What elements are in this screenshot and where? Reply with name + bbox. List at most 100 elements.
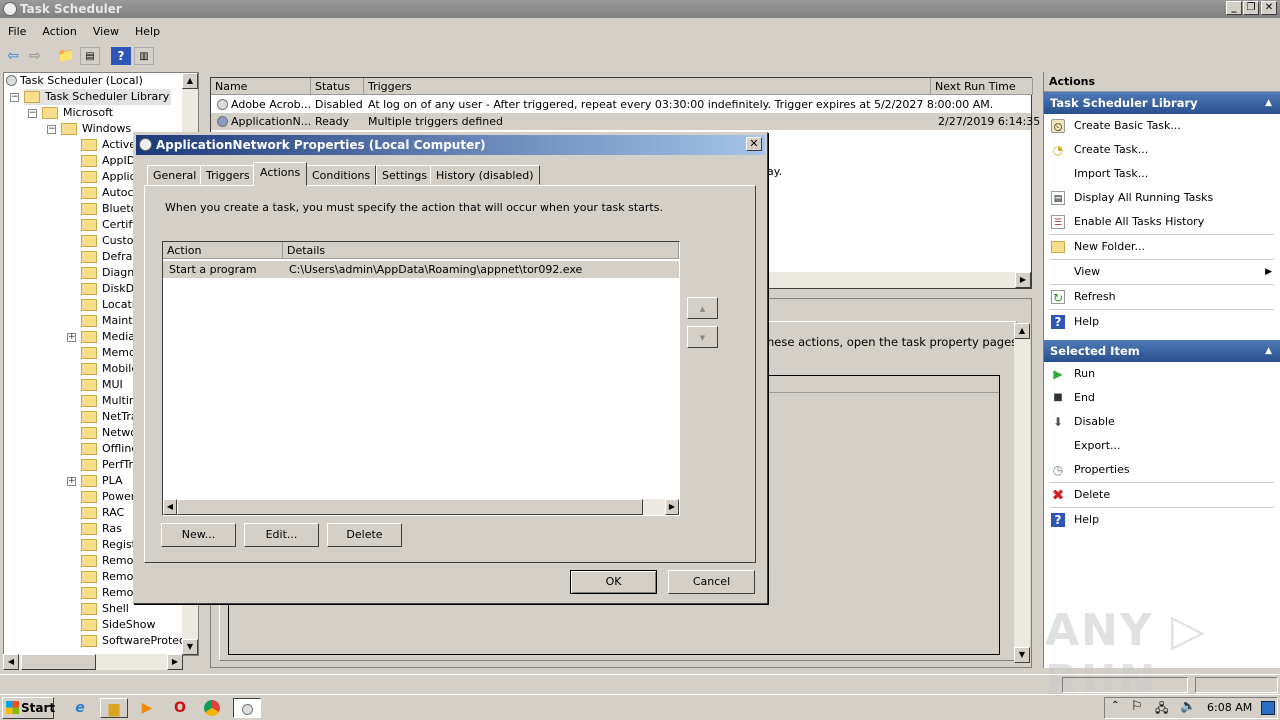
action-view[interactable]: View ▶ [1044,260,1280,284]
column-header-status[interactable]: Status [311,78,364,95]
tree-node-folder[interactable]: Memor [81,345,140,361]
action-refresh[interactable]: ↻ Refresh [1044,285,1280,309]
scroll-left-icon[interactable]: ◀ [3,654,19,670]
tree-node-folder[interactable]: Diagno [81,265,141,281]
tab-settings[interactable]: Settings [376,165,434,185]
tab-triggers[interactable]: Triggers [200,165,256,185]
action-enable-history[interactable]: ☰ Enable All Tasks History [1044,210,1280,234]
edit-action-button[interactable]: Edit... [244,523,319,547]
tree-node-folder[interactable]: Remot [81,569,138,585]
tree-node-windows[interactable]: Windows [61,121,131,137]
column-header-triggers[interactable]: Triggers [364,78,931,95]
menu-action[interactable]: Action [34,22,84,42]
tree-node-folder[interactable]: PLA [81,473,123,489]
move-up-button[interactable]: ▲ [687,297,718,319]
collapse-icon[interactable]: − [47,125,56,134]
tree-node-folder[interactable]: Multim [81,393,140,409]
tree-node-folder[interactable]: NetTra [81,409,138,425]
network-icon[interactable]: 🖧 [1155,699,1168,720]
action-center-flag-icon[interactable]: ⚐ [1131,699,1143,714]
show-hide-action-pane-icon[interactable]: ▥ [134,47,154,65]
tree-node-folder[interactable]: Shell [81,601,129,617]
opera-icon[interactable]: O [170,698,190,718]
close-button[interactable]: ✕ [1261,1,1277,15]
column-header-next-run-time[interactable]: Next Run Time [931,78,1033,95]
tree-node-folder[interactable]: Remov [81,585,140,601]
section-header-selected-item[interactable]: Selected Item ▲ [1044,340,1280,362]
volume-icon[interactable]: 🔈 [1180,699,1196,714]
tree-node-folder[interactable]: Remot [81,553,138,569]
tree-node-library[interactable]: Task Scheduler Library [24,89,172,105]
dialog-title-bar[interactable]: ApplicationNetwork Properties (Local Com… [136,135,765,155]
tree-node-folder[interactable]: Regist [81,537,136,553]
detail-vertical-scrollbar[interactable]: ▲ ▼ [1014,323,1030,663]
tree-node-folder[interactable]: Custor [81,233,138,249]
show-desktop-button[interactable] [1261,701,1275,715]
minimize-button[interactable]: _ [1226,1,1242,15]
tab-general[interactable]: General [147,165,203,185]
show-hidden-icons[interactable]: ⌃ [1111,700,1119,711]
collapse-icon[interactable]: − [28,109,37,118]
menu-view[interactable]: View [85,22,127,42]
back-arrow-icon[interactable]: ⇦ [3,47,23,65]
tree-node-folder[interactable]: Autoch [81,185,141,201]
collapse-triangle-icon[interactable]: ▲ [1265,340,1272,362]
action-delete[interactable]: ✖ Delete [1044,483,1280,507]
action-end[interactable]: ■ End [1044,386,1280,410]
scroll-right-icon[interactable]: ▶ [665,499,679,515]
dialog-close-button[interactable]: ✕ [746,137,762,151]
menu-help[interactable]: Help [127,22,168,42]
scroll-thumb[interactable] [21,654,96,670]
action-new-folder[interactable]: New Folder... [1044,235,1280,259]
tree-node-folder[interactable]: Media [81,329,135,345]
column-header-name[interactable]: Name [211,78,311,95]
show-hide-console-tree-icon[interactable]: ▤ [80,47,100,65]
tree-node-folder[interactable]: Mobile [81,361,138,377]
tree-node-folder[interactable]: Active [81,137,136,153]
tree-node-folder[interactable]: Mainte [81,313,139,329]
section-header-library[interactable]: Task Scheduler Library ▲ [1044,92,1280,114]
restore-button[interactable]: ❐ [1243,1,1259,15]
action-import-task[interactable]: Import Task... [1044,162,1280,186]
tree-node-folder[interactable]: SideShow [81,617,155,633]
tab-actions[interactable]: Actions [253,162,308,186]
tree-node-folder[interactable]: RAC [81,505,124,521]
explorer-icon[interactable]: ▆ [100,698,128,718]
menu-file[interactable]: File [0,22,34,42]
scroll-thumb[interactable] [177,499,643,515]
action-create-task[interactable]: ◔ Create Task... [1044,138,1280,162]
action-export[interactable]: Export... [1044,434,1280,458]
scroll-up-icon[interactable]: ▲ [1014,323,1030,339]
tree-node-folder[interactable]: Blueto [81,201,137,217]
scroll-right-icon[interactable]: ▶ [1015,272,1031,288]
action-create-basic-task[interactable]: ⏲ Create Basic Task... [1044,114,1280,138]
table-row-selected[interactable]: Start a program C:\Users\admin\AppData\R… [163,261,679,278]
window-title-bar[interactable]: Task Scheduler _ ❐ ✕ [0,0,1280,18]
action-run[interactable]: ▶ Run [1044,362,1280,386]
tree-node-folder[interactable]: PerfTr [81,457,133,473]
forward-arrow-icon[interactable]: ⇨ [25,47,45,65]
expand-icon[interactable]: + [67,333,76,342]
table-row[interactable]: Adobe Acrob... Disabled At log on of any… [211,96,1031,113]
scroll-down-icon[interactable]: ▼ [182,639,198,655]
tree-node-folder[interactable]: Ras [81,521,122,537]
folder-up-icon[interactable]: 📁 [56,47,76,65]
expand-icon[interactable]: + [67,477,76,486]
delete-action-button[interactable]: Delete [327,523,402,547]
media-player-icon[interactable]: ▶ [137,698,157,718]
task-scheduler-taskbar-icon[interactable] [233,698,261,718]
action-help[interactable]: ? Help [1044,310,1280,334]
column-header-action[interactable]: Action [163,242,283,259]
new-action-button[interactable]: New... [161,523,236,547]
column-header-details[interactable]: Details [283,242,679,259]
tree-node-folder[interactable]: SoftwareProtecti [81,633,192,649]
action-display-running-tasks[interactable]: ▤ Display All Running Tasks [1044,186,1280,210]
collapse-icon[interactable]: − [10,93,19,102]
tree-node-folder[interactable]: AppID [81,153,135,169]
action-disable[interactable]: ⬇ Disable [1044,410,1280,434]
tree-node-folder[interactable]: Defrag [81,249,139,265]
clock[interactable]: 6:08 AM [1207,701,1252,714]
tree-node-folder[interactable]: MUI [81,377,123,393]
start-button[interactable]: Start [2,697,55,719]
action-properties[interactable]: ◷ Properties [1044,458,1280,482]
